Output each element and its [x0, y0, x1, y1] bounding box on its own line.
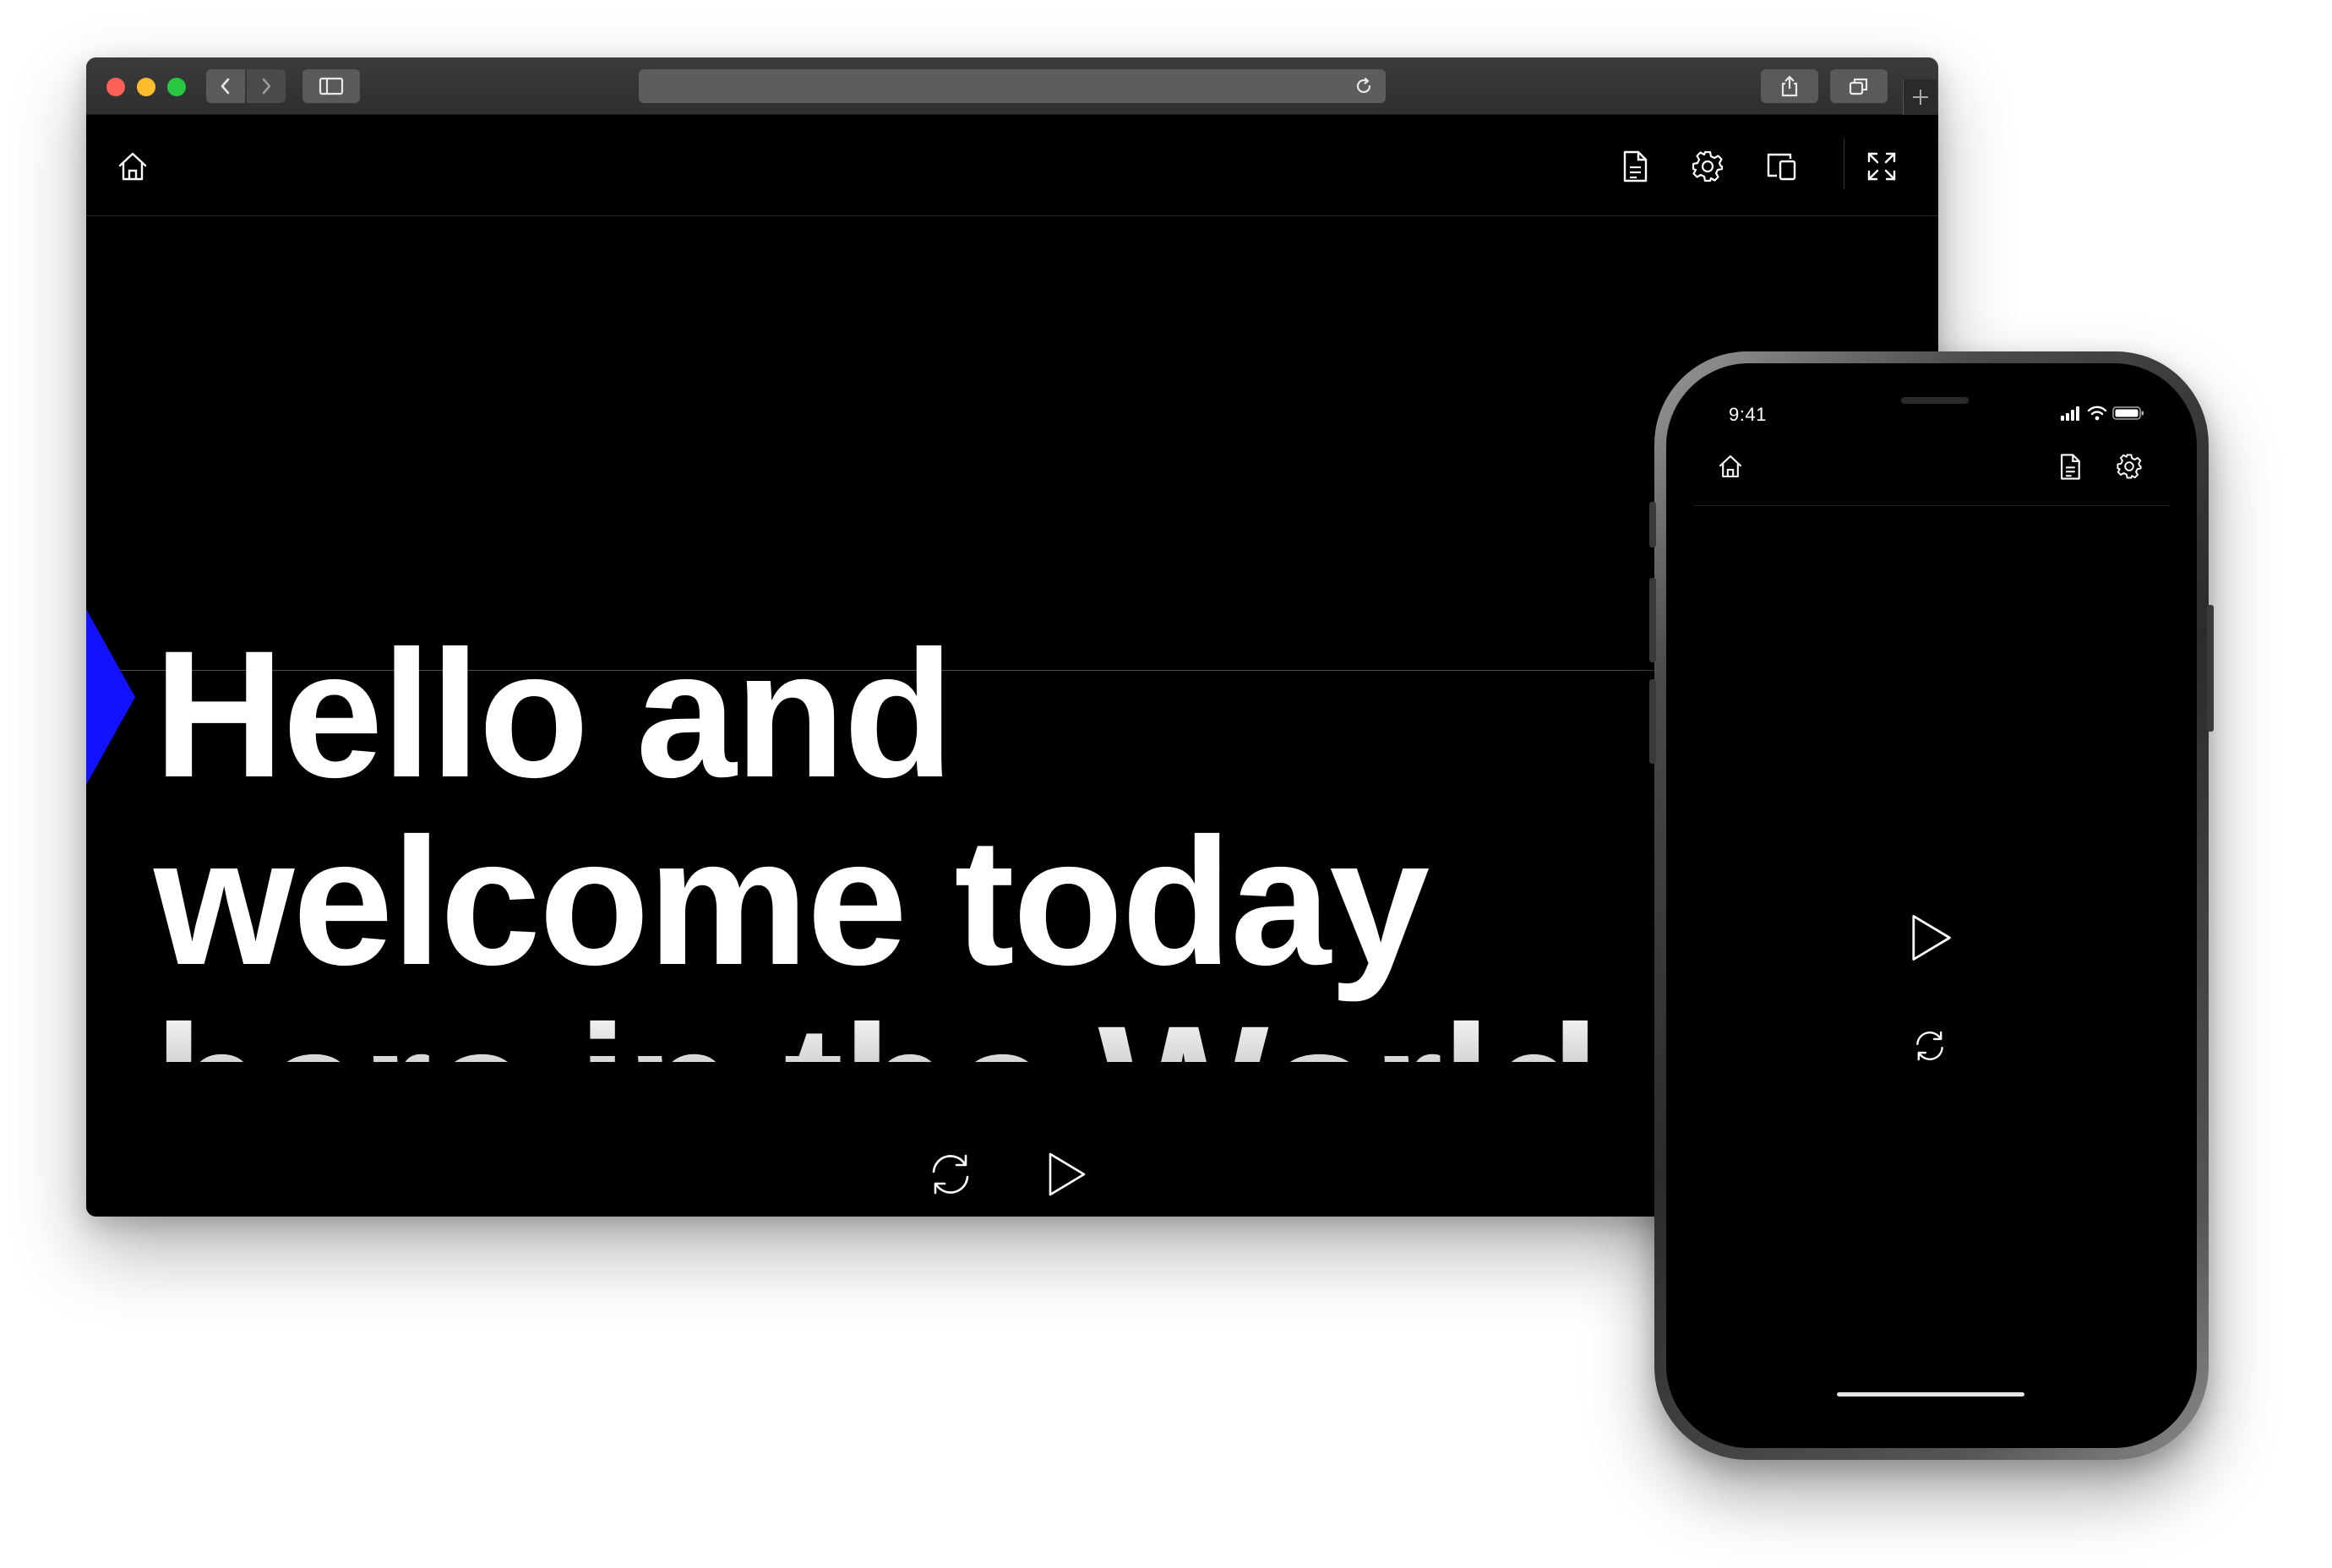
devices-button[interactable]	[1761, 145, 1803, 188]
power-button	[2207, 605, 2214, 732]
phone-play-button[interactable]	[1896, 904, 1964, 972]
chevron-left-icon	[221, 78, 230, 95]
expand-icon	[1867, 152, 1896, 181]
tabs-overview-button[interactable]	[1830, 69, 1888, 103]
play-button[interactable]	[1036, 1145, 1095, 1204]
document-button[interactable]	[1614, 145, 1656, 188]
volume-up-button	[1649, 578, 1656, 662]
document-icon	[2061, 453, 2080, 480]
zoom-window-button[interactable]	[167, 78, 186, 96]
play-icon	[1912, 915, 1951, 961]
plus-icon	[1912, 90, 1928, 105]
sidebar-toggle-button[interactable]	[302, 69, 360, 103]
wifi-icon	[2087, 406, 2107, 421]
chevron-right-icon	[262, 78, 271, 95]
home-indicator[interactable]	[1837, 1392, 2024, 1396]
reload-icon[interactable]	[1354, 76, 1374, 96]
signal-icon	[2061, 406, 2079, 421]
gear-icon	[1692, 150, 1724, 182]
settings-button[interactable]	[1686, 145, 1729, 188]
forward-button[interactable]	[247, 69, 286, 103]
sidebar-icon	[319, 77, 344, 95]
app-toolbar	[86, 115, 1938, 216]
share-icon	[1781, 75, 1798, 97]
devices-icon	[1767, 153, 1796, 181]
phone-settings-button[interactable]	[2111, 448, 2148, 485]
close-window-button[interactable]	[106, 78, 125, 96]
reset-button[interactable]	[921, 1145, 980, 1204]
reset-icon	[1916, 1031, 1943, 1061]
reset-icon	[932, 1154, 969, 1195]
back-button[interactable]	[206, 69, 245, 103]
fullscreen-button[interactable]	[1861, 145, 1903, 188]
reading-position-marker	[86, 609, 135, 785]
status-icons	[2060, 406, 2144, 421]
share-button[interactable]	[1761, 69, 1818, 103]
new-tab-button[interactable]	[1903, 79, 1937, 115]
phone-device: 9:41	[1649, 351, 2214, 1460]
home-icon	[118, 152, 147, 181]
battery-icon	[2112, 406, 2144, 420]
gear-icon	[2117, 454, 2142, 479]
address-bar[interactable]	[639, 69, 1386, 103]
home-icon	[1719, 455, 1742, 478]
document-icon	[1623, 150, 1648, 182]
minimize-window-button[interactable]	[137, 78, 155, 96]
phone-speaker	[1901, 397, 1969, 404]
phone-toolbar-divider	[1693, 505, 2170, 506]
home-button[interactable]	[112, 145, 154, 188]
phone-document-button[interactable]	[2051, 448, 2089, 485]
tabs-icon	[1849, 78, 1868, 95]
volume-down-button	[1649, 679, 1656, 764]
phone-screen: 9:41	[1666, 363, 2197, 1448]
mute-switch	[1649, 502, 1656, 547]
phone-home-button[interactable]	[1712, 448, 1749, 485]
phone-reset-button[interactable]	[1906, 1022, 1953, 1070]
play-icon	[1049, 1152, 1086, 1196]
browser-titlebar	[86, 57, 1938, 115]
status-time: 9:41	[1729, 404, 1767, 425]
